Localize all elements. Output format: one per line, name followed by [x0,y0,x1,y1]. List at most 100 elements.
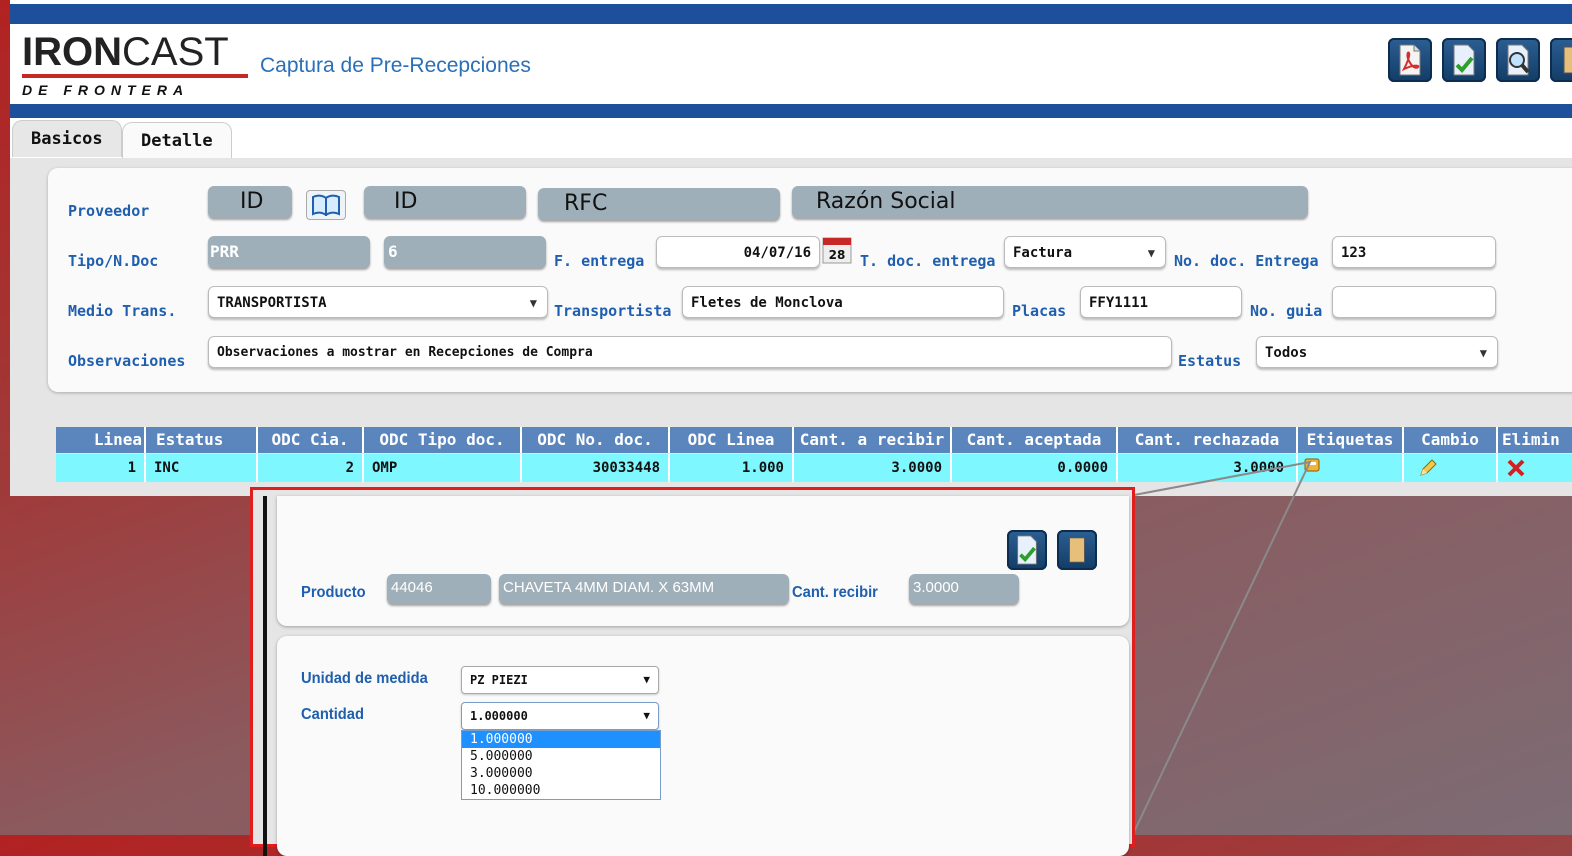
save-button[interactable] [1442,38,1486,82]
header: IRONCAST DE FRONTERA Captura de Pre-Rece… [10,24,1572,102]
calendar-button[interactable]: 28 [822,234,852,264]
producto-code-field[interactable]: 44046 [387,574,491,604]
exit-icon [1563,46,1572,74]
placas-field[interactable]: FFY1111 [1080,286,1242,318]
cell-odc-cia[interactable]: 2 [258,454,364,482]
cell-cant-aceptada[interactable]: 0.0000 [952,454,1118,482]
cant-recibir-label: Cant. recibir [792,584,878,601]
tab-basicos[interactable]: Basicos [12,120,122,157]
logo: IRONCAST [22,30,229,74]
proveedor-label: Proveedor [68,202,150,220]
producto-desc-field[interactable]: CHAVETA 4MM DIAM. X 63MM [499,574,789,604]
no-guia-label: No. guia [1250,302,1323,320]
top-strip [10,4,1572,24]
col-header-cant-aceptada: Cant. aceptada [952,427,1118,453]
calendar-day: 28 [829,248,846,262]
tipo-doc-entrega-label: T. doc. entrega [860,252,996,270]
cantidad-option[interactable]: 10.000000 [462,782,660,799]
tipo-doc-field[interactable]: PRR [208,236,370,268]
tab-detalle[interactable]: Detalle [122,122,232,159]
pdf-button[interactable] [1388,38,1432,82]
tipo-doc-entrega-select[interactable]: Factura [1004,236,1166,268]
col-header-odc-tipo: ODC Tipo doc. [364,427,522,453]
observaciones-field[interactable]: Observaciones a mostrar en Recepciones d… [208,336,1172,368]
book-icon [312,194,340,216]
col-header-odc-no: ODC No. doc. [522,427,670,453]
cantidad-option[interactable]: 5.000000 [462,748,660,765]
proveedor-id2-field[interactable]: ID [364,186,526,218]
col-header-odc-cia: ODC Cia. [258,427,364,453]
col-header-cant-rechazada: Cant. rechazada [1118,427,1298,453]
col-header-estatus: Estatus [146,427,258,453]
medio-trans-label: Medio Trans. [68,302,177,320]
medio-trans-select[interactable]: TRANSPORTISTA [208,286,548,318]
cell-odc-tipo[interactable]: OMP [364,454,522,482]
unidad-medida-label: Unidad de medida [301,670,428,687]
cantidad-select[interactable]: 1.000000 [461,702,659,730]
observaciones-label: Observaciones [68,352,186,370]
no-doc-entrega-field[interactable]: 123 [1332,236,1496,268]
cell-estatus[interactable]: INC [146,454,258,482]
cell-cambio[interactable] [1404,454,1498,482]
modal-left-bar [263,496,267,856]
catalog-button[interactable] [306,190,346,220]
header-bar [10,102,1572,118]
calendar-icon: 28 [822,237,852,264]
modal-exit-button[interactable] [1057,530,1097,570]
col-header-cant-recibir: Cant. a recibir [794,427,952,453]
numero-doc-field[interactable]: 6 [384,236,546,268]
transportista-field[interactable]: Fletes de Monclova [682,286,1004,318]
cell-odc-linea[interactable]: 1.000 [670,454,794,482]
save-check-icon [1453,44,1475,76]
col-header-linea: Linea [56,427,146,453]
no-doc-entrega-label: No. doc. Entrega [1174,252,1319,270]
logo-underline [22,74,248,78]
etiquetas-modal: Producto 44046 CHAVETA 4MM DIAM. X 63MM … [250,487,1135,856]
producto-label: Producto [301,584,366,601]
cell-cant-rechazada[interactable]: 3.0000 [1118,454,1298,482]
cell-etiquetas[interactable] [1298,454,1404,482]
app-window: IRONCAST DE FRONTERA Captura de Pre-Rece… [10,0,1572,496]
page-title: Captura de Pre-Recepciones [260,54,531,77]
transportista-label: Transportista [554,302,672,320]
exit-button[interactable] [1550,38,1572,82]
search-icon [1507,44,1530,76]
estatus-select[interactable]: Todos [1256,336,1498,368]
razon-social-field[interactable]: Razón Social [792,186,1308,218]
estatus-label: Estatus [1178,352,1242,370]
search-button[interactable] [1496,38,1540,82]
modal-product-panel: Producto 44046 CHAVETA 4MM DIAM. X 63MM … [277,496,1129,626]
proveedor-id-field[interactable]: ID [208,186,292,218]
cell-elimin[interactable] [1498,454,1572,482]
pdf-icon [1399,44,1421,76]
fecha-entrega-field[interactable]: 04/07/16 [656,236,820,268]
logo-subtitle: DE FRONTERA [22,82,190,98]
no-guia-field[interactable] [1332,286,1496,318]
unidad-medida-select[interactable]: PZ PIEZI [461,666,659,694]
col-header-elimin: Elimin [1498,427,1572,453]
rfc-field[interactable]: RFC [538,188,780,220]
save-check-icon [1017,535,1037,565]
form-panel: Proveedor ID ID RFC Razón Social Tipo/N.… [48,168,1572,392]
cantidad-option[interactable]: 1.000000 [462,731,660,748]
delete-x-icon [1507,459,1525,477]
cell-linea[interactable]: 1 [56,454,146,482]
fecha-entrega-label: F. entrega [554,252,645,270]
placas-label: Placas [1012,302,1067,320]
modal-save-button[interactable] [1007,530,1047,570]
modal-quantity-panel: Unidad de medida PZ PIEZI Cantidad 1.000… [277,636,1129,856]
tab-bar: Basicos Detalle [10,118,1572,159]
pencil-icon [1420,459,1437,476]
cant-recibir-field[interactable]: 3.0000 [909,574,1019,604]
label-icon [1304,458,1320,472]
exit-icon [1069,537,1085,563]
cell-cant-recibir[interactable]: 3.0000 [794,454,952,482]
cell-odc-no[interactable]: 30033448 [522,454,670,482]
col-header-cambio: Cambio [1404,427,1498,453]
tipo-doc-label: Tipo/N.Doc [68,252,159,270]
cantidad-dropdown-list: 1.000000 5.000000 3.000000 10.000000 [461,730,661,800]
cantidad-option[interactable]: 3.000000 [462,765,660,782]
cantidad-label: Cantidad [301,706,364,723]
col-header-odc-linea: ODC Linea [670,427,794,453]
col-header-etiquetas: Etiquetas [1298,427,1404,453]
